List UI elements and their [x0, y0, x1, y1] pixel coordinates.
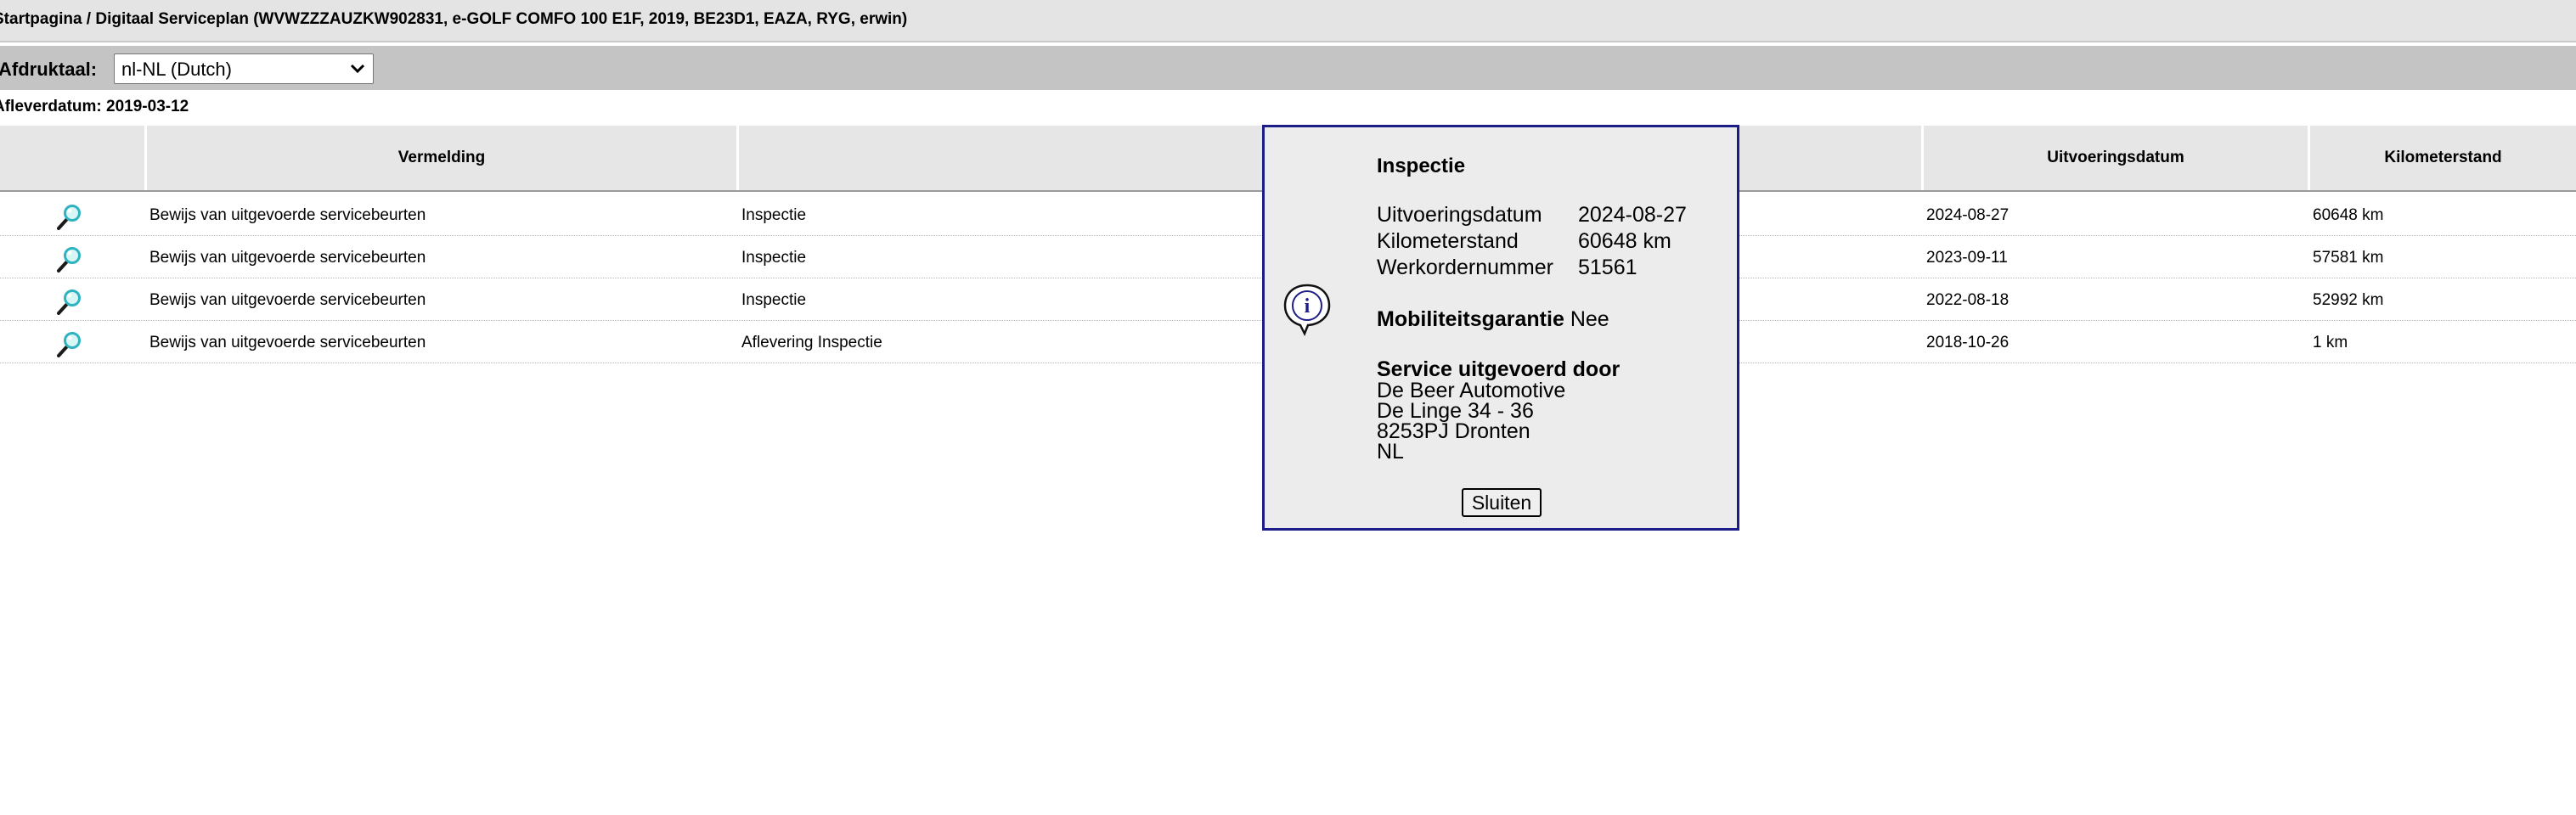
header-vermelding: Vermelding	[147, 126, 736, 190]
header-icon-column	[0, 126, 144, 190]
dialog-title: Inspectie	[1377, 155, 1466, 177]
row-soort-service: Inspectie	[741, 291, 807, 309]
row-kilometerstand: 57581 km	[2313, 249, 2384, 267]
close-button[interactable]: Sluiten	[1462, 488, 1542, 517]
detail-value-werkordernummer: 51561	[1578, 256, 1637, 279]
row-vermelding: Bewijs van uitgevoerde servicebeurten	[149, 334, 426, 351]
service-address: De Beer Automotive De Linge 34 - 36 8253…	[1377, 379, 1566, 464]
mobility-value: Nee	[1570, 307, 1609, 331]
header-uitvoeringsdatum: Uitvoeringsdatum	[1924, 126, 2308, 190]
detail-value-uitvoeringsdatum: 2024-08-27	[1578, 203, 1687, 227]
detail-label-kilometerstand: Kilometerstand	[1377, 229, 1519, 253]
row-soort-service: Aflevering Inspectie	[741, 334, 882, 351]
magnifier-icon[interactable]	[54, 289, 83, 316]
language-selected-value: nl-NL (Dutch)	[121, 59, 232, 80]
detail-value-kilometerstand: 60648 km	[1578, 229, 1671, 253]
breadcrumb-bar: Startpagina / Digitaal Serviceplan (WVWZ…	[0, 0, 2576, 42]
svg-text:i: i	[1305, 295, 1311, 318]
address-line: De Beer Automotive	[1377, 379, 1566, 402]
row-kilometerstand: 60648 km	[2313, 206, 2384, 224]
service-detail-dialog: i Inspectie Uitvoeringsdatum 2024-08-27 …	[1262, 125, 1739, 531]
row-vermelding: Bewijs van uitgevoerde servicebeurten	[149, 291, 426, 309]
row-soort-service: Inspectie	[741, 206, 807, 224]
mobility-label: Mobiliteitsgarantie	[1377, 307, 1564, 331]
row-uitvoeringsdatum: 2023-09-11	[1926, 249, 2008, 267]
address-line: NL	[1377, 440, 1404, 464]
header-kilometerstand: Kilometerstand	[2310, 126, 2576, 190]
info-icon: i	[1283, 284, 1331, 336]
magnifier-icon[interactable]	[54, 331, 83, 358]
row-vermelding: Bewijs van uitgevoerde servicebeurten	[149, 249, 426, 267]
chevron-down-icon	[350, 64, 365, 74]
breadcrumb[interactable]: Startpagina / Digitaal Serviceplan (WVWZ…	[0, 10, 907, 29]
address-line: 8253PJ Dronten	[1377, 419, 1530, 443]
magnifier-icon[interactable]	[54, 246, 83, 273]
row-uitvoeringsdatum: 2022-08-18	[1926, 291, 2010, 309]
detail-label-werkordernummer: Werkordernummer	[1377, 256, 1553, 279]
detail-label-uitvoeringsdatum: Uitvoeringsdatum	[1377, 203, 1542, 227]
row-kilometerstand: 52992 km	[2313, 291, 2384, 309]
language-bar: Afdruktaal: nl-NL (Dutch)	[0, 46, 2576, 90]
row-soort-service: Inspectie	[741, 249, 807, 267]
mobility-guarantee: Mobiliteitsgarantie Nee	[1377, 307, 1609, 332]
language-select[interactable]: nl-NL (Dutch)	[114, 53, 374, 84]
row-uitvoeringsdatum: 2024-08-27	[1926, 206, 2010, 224]
address-line: De Linge 34 - 36	[1377, 399, 1534, 423]
row-uitvoeringsdatum: 2018-10-26	[1926, 334, 2010, 351]
row-kilometerstand: 1 km	[2313, 334, 2348, 351]
magnifier-icon[interactable]	[54, 204, 83, 231]
language-label: Afdruktaal:	[0, 59, 98, 80]
row-vermelding: Bewijs van uitgevoerde servicebeurten	[149, 206, 426, 224]
delivery-date: Afleverdatum: 2019-03-12	[0, 98, 189, 115]
